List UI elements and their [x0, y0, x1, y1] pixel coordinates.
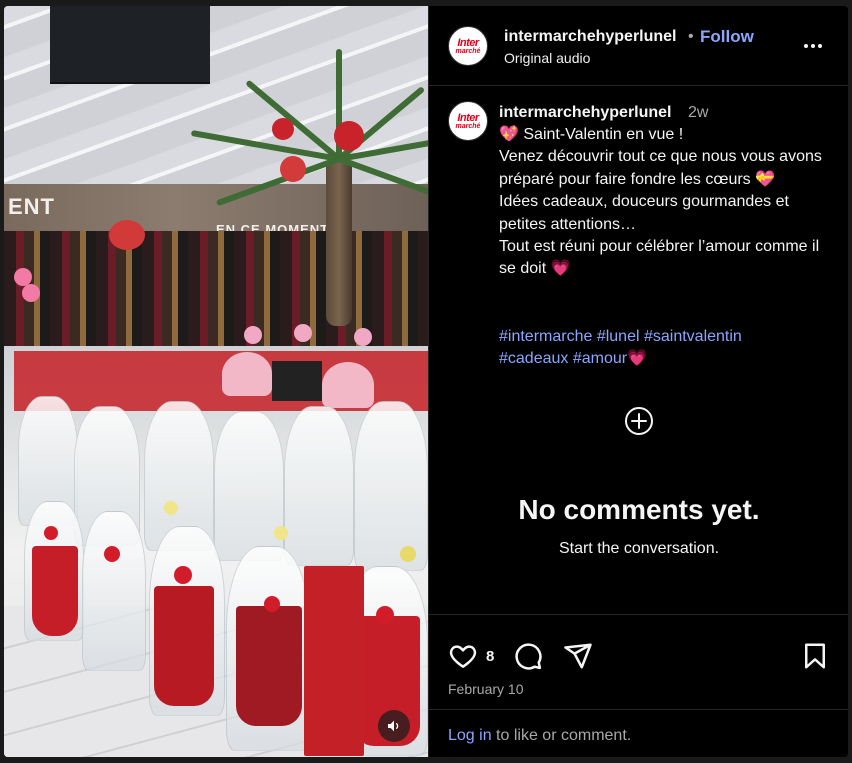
- caption-avatar[interactable]: Inter marché: [448, 101, 488, 141]
- palm-tree: [326, 156, 352, 326]
- logo-text-bottom: marché: [455, 48, 481, 55]
- post-video[interactable]: ENT EN CE MOMENT: [4, 6, 428, 757]
- gift-box: [272, 361, 322, 401]
- more-dot: [818, 44, 822, 48]
- plant-bouquet: [354, 401, 428, 571]
- like-count[interactable]: 8: [486, 648, 494, 665]
- plant-bouquet: [284, 406, 354, 566]
- plant-bouquet: [214, 411, 284, 561]
- heart-decoration: [22, 284, 40, 302]
- more-dot: [804, 44, 808, 48]
- intermarche-logo: Inter marché: [456, 37, 481, 55]
- login-link[interactable]: Log in: [448, 727, 492, 744]
- red-pot: [236, 606, 302, 726]
- hashtag-link[interactable]: #lunel: [597, 328, 640, 345]
- anthurium-flower: [104, 546, 120, 562]
- comment-icon[interactable]: [513, 641, 543, 671]
- audio-label[interactable]: Original audio: [504, 50, 590, 66]
- post-header: Inter marché intermarchehyperlunel • Fol…: [429, 6, 848, 86]
- post-time[interactable]: 2w: [688, 104, 708, 122]
- post-date[interactable]: February 10: [448, 681, 523, 697]
- orchid-flower: [274, 526, 288, 540]
- no-comments-title: No comments yet.: [518, 494, 760, 525]
- heart-decoration: [280, 156, 306, 182]
- start-conversation-text: Start the conversation.: [558, 540, 720, 557]
- hashtag-link[interactable]: #amour: [573, 350, 627, 367]
- separator-dot: •: [688, 28, 694, 45]
- audio-toggle-button[interactable]: [378, 710, 410, 742]
- login-footer: Log in to like or comment.: [429, 709, 848, 757]
- hashtag-link[interactable]: #intermarche: [499, 328, 592, 345]
- heart-decoration: [109, 220, 145, 250]
- heart-decoration: [272, 118, 294, 140]
- add-comment-plus-icon[interactable]: [624, 406, 654, 436]
- logo-text-bottom: marché: [455, 123, 481, 130]
- anthurium-flower: [174, 566, 192, 584]
- hashtag-link[interactable]: #cadeaux: [499, 350, 568, 367]
- anthurium-flower: [44, 526, 58, 540]
- post-caption: Inter marché intermarchehyperlunel 2w 💖 …: [429, 86, 848, 614]
- heart-icon[interactable]: [448, 641, 478, 671]
- username-link[interactable]: intermarchehyperlunel: [504, 28, 677, 46]
- anthurium-flower: [264, 596, 280, 612]
- login-prompt: Log in to like or comment.: [448, 727, 631, 745]
- anthurium-flower: [376, 606, 394, 624]
- intermarche-logo: Inter marché: [456, 112, 481, 130]
- post-dialog: ENT EN CE MOMENT Inter marché intermarch…: [4, 6, 848, 757]
- post-actions: 8 February 10: [429, 614, 848, 709]
- post-details-panel: Inter marché intermarchehyperlunel • Fol…: [428, 6, 848, 757]
- share-icon[interactable]: [563, 641, 593, 671]
- orchid-flower: [164, 501, 178, 515]
- pink-orchid: [294, 324, 312, 342]
- hashtag-list: #intermarche #lunel #saintvalentin #cade…: [499, 326, 839, 371]
- heart-sign: [322, 362, 374, 408]
- caption-username-link[interactable]: intermarchehyperlunel: [499, 104, 672, 122]
- plant-bouquet: [82, 511, 146, 671]
- heart-emoji: 💗: [627, 350, 648, 368]
- speaker-icon: [388, 720, 399, 732]
- red-pot: [154, 586, 214, 706]
- store-sign-left: ENT: [8, 194, 55, 219]
- pink-orchid: [244, 326, 262, 344]
- caption-text: 💖 Saint-Valentin en vue ! Venez découvri…: [499, 126, 822, 278]
- ceiling-screen: [50, 6, 210, 84]
- follow-button[interactable]: Follow: [700, 27, 754, 47]
- login-prompt-text: to like or comment.: [496, 727, 632, 744]
- bookmark-icon[interactable]: [800, 641, 830, 671]
- red-display-panel: [304, 566, 364, 756]
- orchid-flower: [400, 546, 416, 562]
- pink-orchid: [354, 328, 372, 346]
- more-dot: [811, 44, 815, 48]
- more-options-icon[interactable]: [801, 36, 825, 56]
- avatar[interactable]: Inter marché: [448, 26, 488, 66]
- red-pot: [32, 546, 78, 636]
- heart-decoration: [334, 121, 364, 151]
- hashtag-link[interactable]: #saintvalentin: [644, 328, 742, 345]
- heart-sign: [222, 352, 272, 396]
